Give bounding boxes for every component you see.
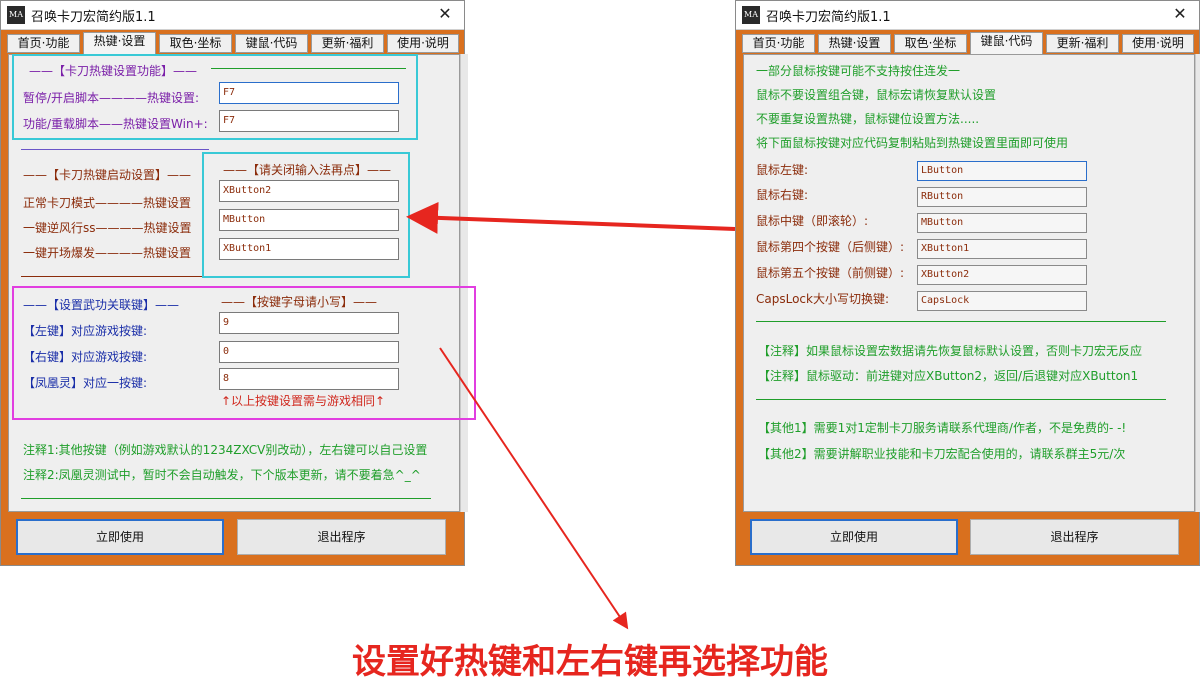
- use-now-button[interactable]: 立即使用: [16, 519, 224, 555]
- divider: [756, 399, 1166, 400]
- intro-line-4: 将下面鼠标按键对应代码复制粘贴到热键设置里面即可使用: [756, 136, 1069, 150]
- left-window-title: 召唤卡刀宏简约版1.1: [31, 10, 156, 25]
- tab-usage-help[interactable]: 使用·说明: [1122, 34, 1194, 53]
- capslock-code-field[interactable]: CapsLock: [917, 291, 1087, 311]
- mouse-note-2: 【注释】鼠标驱动：前进键对应XButton2，返回/后退键对应XButton1: [758, 369, 1139, 383]
- highlight-box-ime-hint: [202, 152, 410, 278]
- close-icon[interactable]: ✕: [434, 4, 456, 23]
- one-key-burst-label: 一键开场爆发————热键设置: [23, 246, 192, 260]
- section-hotkey-start-header: ——【卡刀热键启动设置】——: [23, 168, 192, 182]
- mouse-button4-code-field[interactable]: XButton1: [917, 239, 1087, 259]
- highlight-box-skill-keys: [12, 286, 476, 420]
- divider: [756, 321, 1166, 322]
- left-tab-bar: 首页·功能 热键·设置 取色·坐标 键鼠·代码 更新·福利 使用·说明: [7, 32, 459, 54]
- app-logo-icon: MA: [7, 6, 25, 24]
- exit-program-button[interactable]: 退出程序: [970, 519, 1179, 555]
- right-title-bar[interactable]: MA 召唤卡刀宏简约版1.1 ✕: [736, 1, 1199, 30]
- intro-line-2: 鼠标不要设置组合键，鼠标宏请恢复默认设置: [756, 88, 997, 102]
- tab-hotkey-settings[interactable]: 热键·设置: [83, 32, 156, 54]
- tab-key-mouse-codes[interactable]: 键鼠·代码: [970, 32, 1043, 54]
- mouse-left-code-field[interactable]: LButton: [917, 161, 1087, 181]
- intro-line-3: 不要重复设置热键，鼠标键位设置方法.....: [756, 112, 980, 126]
- mouse-middle-label: 鼠标中键（即滚轮）:: [756, 214, 869, 228]
- divider: [21, 149, 209, 150]
- close-icon[interactable]: ✕: [1169, 4, 1191, 23]
- left-title-bar[interactable]: MA 召唤卡刀宏简约版1.1 ✕: [1, 1, 464, 30]
- divider: [21, 276, 209, 277]
- mouse-middle-code-field[interactable]: MButton: [917, 213, 1087, 233]
- one-key-ss-label: 一键逆风行ss————热键设置: [23, 221, 192, 235]
- tab-home[interactable]: 首页·功能: [742, 34, 815, 53]
- mouse-note-1: 【注释】如果鼠标设置宏数据请先恢复鼠标默认设置，否则卡刀宏无反应: [758, 344, 1143, 358]
- intro-line-1: 一部分鼠标按键可能不支持按住连发一: [756, 64, 961, 78]
- highlight-box-hotkey-function: [12, 54, 418, 140]
- right-scrollbar[interactable]: [1195, 54, 1200, 512]
- divider: [21, 498, 431, 499]
- tab-updates[interactable]: 更新·福利: [1046, 34, 1119, 53]
- mouse-button5-code-field[interactable]: XButton2: [917, 265, 1087, 285]
- left-scrollbar[interactable]: [460, 54, 468, 512]
- tab-updates[interactable]: 更新·福利: [311, 34, 384, 53]
- tab-home[interactable]: 首页·功能: [7, 34, 80, 53]
- tab-key-mouse-codes[interactable]: 键鼠·代码: [235, 34, 308, 53]
- normal-mode-label: 正常卡刀模式————热键设置: [23, 196, 192, 210]
- tab-color-coords[interactable]: 取色·坐标: [159, 34, 232, 53]
- mouse-right-code-field[interactable]: RButton: [917, 187, 1087, 207]
- other-note-2: 【其他2】需要讲解职业技能和卡刀宏配合使用的，请联系群主5元/次: [758, 447, 1126, 461]
- right-tab-bar: 首页·功能 热键·设置 取色·坐标 键鼠·代码 更新·福利 使用·说明: [742, 32, 1194, 54]
- note-1: 注释1:其他按键（例如游戏默认的1234ZXCV别改动），左右键可以自己设置: [23, 443, 428, 457]
- note-2: 注释2:凤凰灵测试中，暂时不会自动触发，下个版本更新，请不要着急^_^: [23, 468, 421, 482]
- use-now-button[interactable]: 立即使用: [750, 519, 958, 555]
- right-window-title: 召唤卡刀宏简约版1.1: [766, 10, 891, 25]
- other-note-1: 【其他1】需要1对1定制卡刀服务请联系代理商/作者，不是免费的- -!: [758, 421, 1127, 435]
- mouse-left-label: 鼠标左键:: [756, 163, 809, 177]
- mouse-button4-label: 鼠标第四个按键（后侧键）:: [756, 240, 905, 254]
- exit-program-button[interactable]: 退出程序: [237, 519, 446, 555]
- mouse-right-label: 鼠标右键:: [756, 188, 809, 202]
- app-logo-icon: MA: [742, 6, 760, 24]
- tab-color-coords[interactable]: 取色·坐标: [894, 34, 967, 53]
- right-app-window: MA 召唤卡刀宏简约版1.1 ✕ 首页·功能 热键·设置 取色·坐标 键鼠·代码…: [735, 0, 1200, 566]
- tab-usage-help[interactable]: 使用·说明: [387, 34, 459, 53]
- mouse-button5-label: 鼠标第五个按键（前侧键）:: [756, 266, 905, 280]
- tab-hotkey-settings[interactable]: 热键·设置: [818, 34, 891, 53]
- capslock-label: CapsLock大小写切换键:: [756, 292, 890, 306]
- instruction-caption: 设置好热键和左右键再选择功能: [352, 642, 828, 682]
